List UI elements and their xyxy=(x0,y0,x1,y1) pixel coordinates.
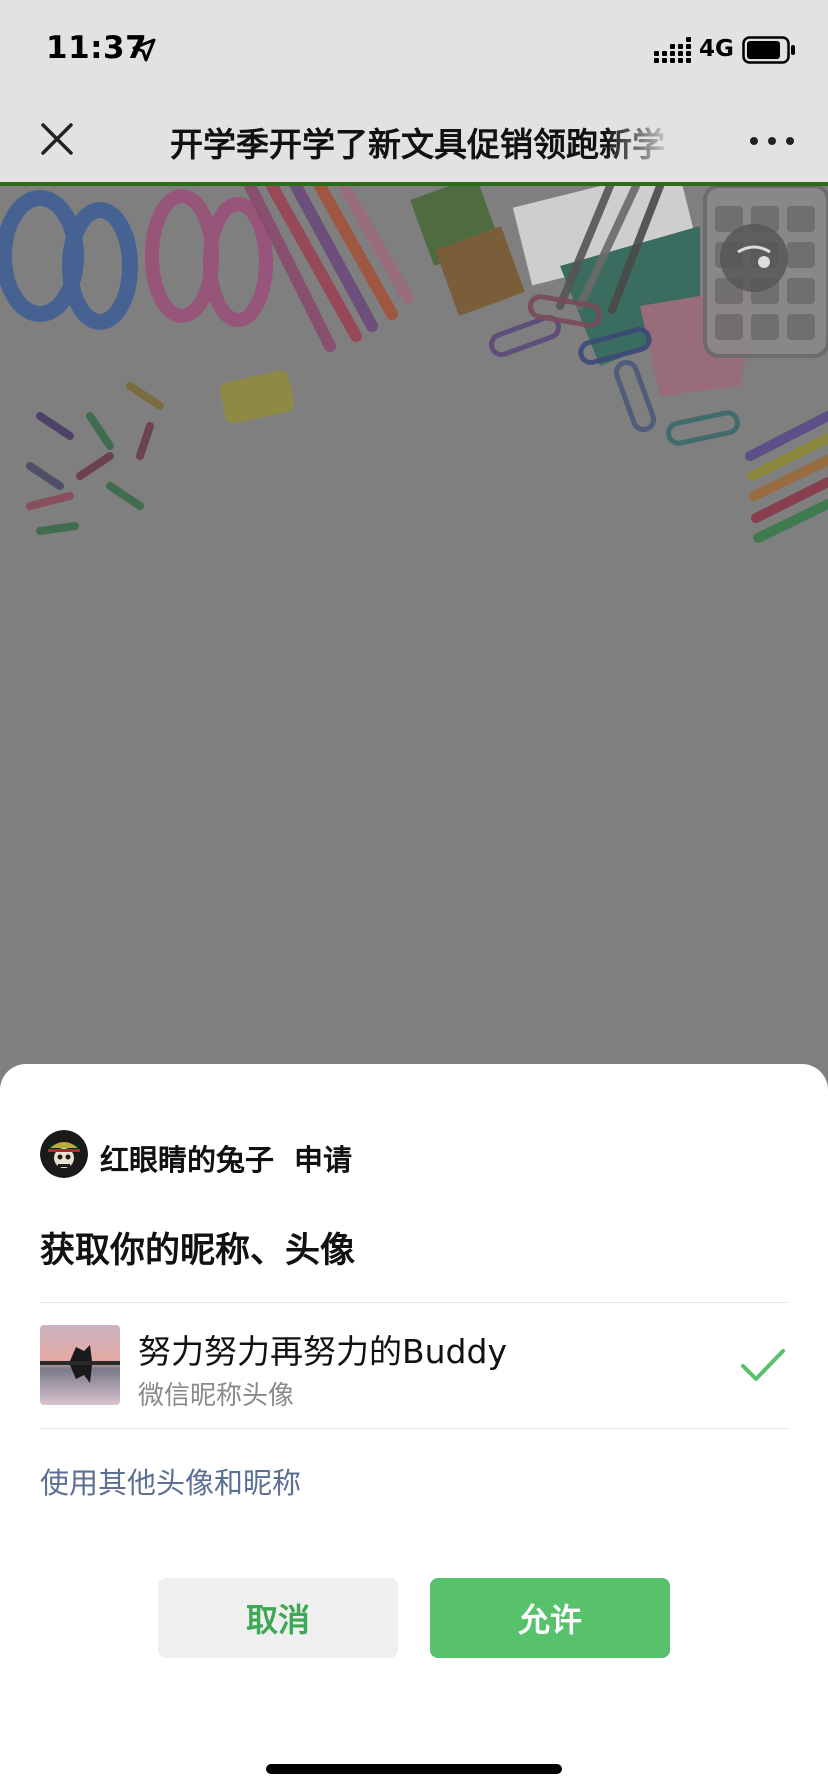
signal-bars-icon xyxy=(654,37,691,63)
allow-button[interactable]: 允许 xyxy=(430,1578,670,1658)
home-indicator xyxy=(266,1764,562,1774)
stationery-banner-image xyxy=(0,186,828,1186)
profile-option[interactable]: 努力努力再努力的Buddy 微信昵称头像 xyxy=(0,1303,828,1428)
checkmark-icon xyxy=(741,1349,785,1381)
status-bar: 11:37 4G xyxy=(0,0,828,96)
app-request-label: 申请 xyxy=(294,1143,353,1177)
battery-icon xyxy=(742,36,795,64)
network-type-label: 4G xyxy=(699,36,734,62)
more-dots-icon[interactable] xyxy=(744,120,800,162)
app-avatar xyxy=(40,1130,88,1178)
use-other-profile-link[interactable]: 使用其他头像和昵称 xyxy=(40,1460,301,1502)
profile-avatar xyxy=(40,1325,120,1405)
nav-bar: 开学季开学了新文具促销领跑新学 xyxy=(0,96,828,184)
profile-nickname: 努力努力再努力的Buddy xyxy=(138,1332,507,1371)
authorization-sheet: 红眼睛的兔子 申请 获取你的昵称、头像 努力努力再努力的Buddy 微信昵称头像 xyxy=(0,1064,828,1792)
location-arrow-icon xyxy=(132,38,156,62)
profile-subtitle: 微信昵称头像 xyxy=(138,1381,295,1411)
page-title: 开学季开学了新文具促销领跑新学 xyxy=(170,125,665,164)
request-title: 获取你的昵称、头像 xyxy=(40,1231,356,1271)
app-name: 红眼睛的兔子 xyxy=(100,1143,275,1177)
divider xyxy=(40,1428,788,1429)
floating-music-button[interactable] xyxy=(718,222,790,294)
cancel-button[interactable]: 取消 xyxy=(158,1578,398,1658)
close-icon[interactable] xyxy=(34,116,80,162)
